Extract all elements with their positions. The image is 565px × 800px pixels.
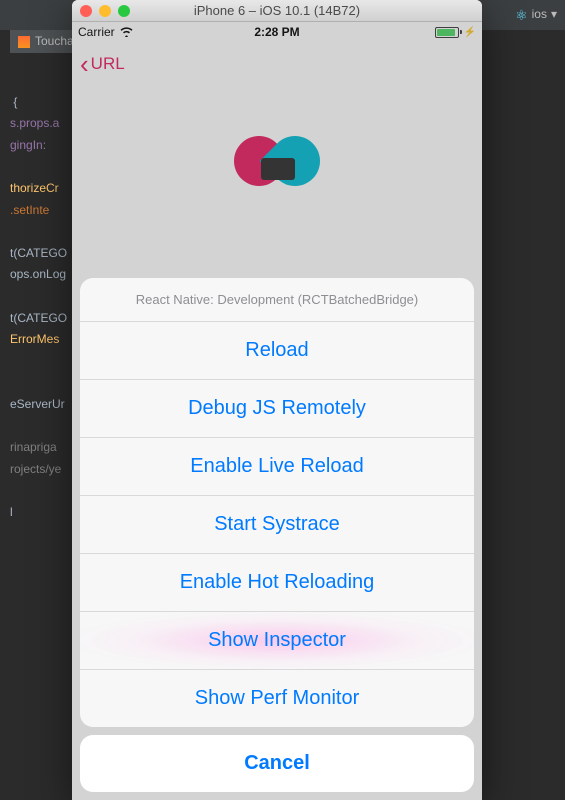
minimize-window-button[interactable] xyxy=(99,5,111,17)
dev-menu-action-sheet: React Native: Development (RCTBatchedBri… xyxy=(80,278,474,792)
dropdown-icon: ▾ xyxy=(551,5,557,24)
mac-titlebar: iPhone 6 – iOS 10.1 (14B72) xyxy=(72,0,482,22)
action-sheet-main: React Native: Development (RCTBatchedBri… xyxy=(80,278,474,727)
menu-item-perf-monitor[interactable]: Show Perf Monitor xyxy=(80,670,474,727)
ide-file-tab[interactable]: Toucha xyxy=(10,30,82,53)
close-window-button[interactable] xyxy=(80,5,92,17)
cancel-button[interactable]: Cancel xyxy=(80,735,474,792)
zoom-window-button[interactable] xyxy=(118,5,130,17)
menu-item-live-reload[interactable]: Enable Live Reload xyxy=(80,438,474,496)
menu-item-show-inspector[interactable]: Show Inspector xyxy=(80,612,474,670)
menu-item-debug-js[interactable]: Debug JS Remotely xyxy=(80,380,474,438)
menu-item-reload[interactable]: Reload xyxy=(80,322,474,380)
ide-tab-name: Toucha xyxy=(35,32,74,51)
react-icon: ⚛ xyxy=(515,4,528,26)
ide-run-target[interactable]: ios xyxy=(532,5,547,24)
menu-item-systrace[interactable]: Start Systrace xyxy=(80,496,474,554)
js-file-icon xyxy=(18,36,30,48)
ios-screen: Carrier 2:28 PM ⚡ ‹ URL xyxy=(72,22,482,800)
action-sheet-title: React Native: Development (RCTBatchedBri… xyxy=(80,278,474,322)
ios-simulator-window: iPhone 6 – iOS 10.1 (14B72) Carrier 2:28… xyxy=(72,0,482,800)
window-title: iPhone 6 – iOS 10.1 (14B72) xyxy=(194,3,360,18)
menu-item-hot-reload[interactable]: Enable Hot Reloading xyxy=(80,554,474,612)
